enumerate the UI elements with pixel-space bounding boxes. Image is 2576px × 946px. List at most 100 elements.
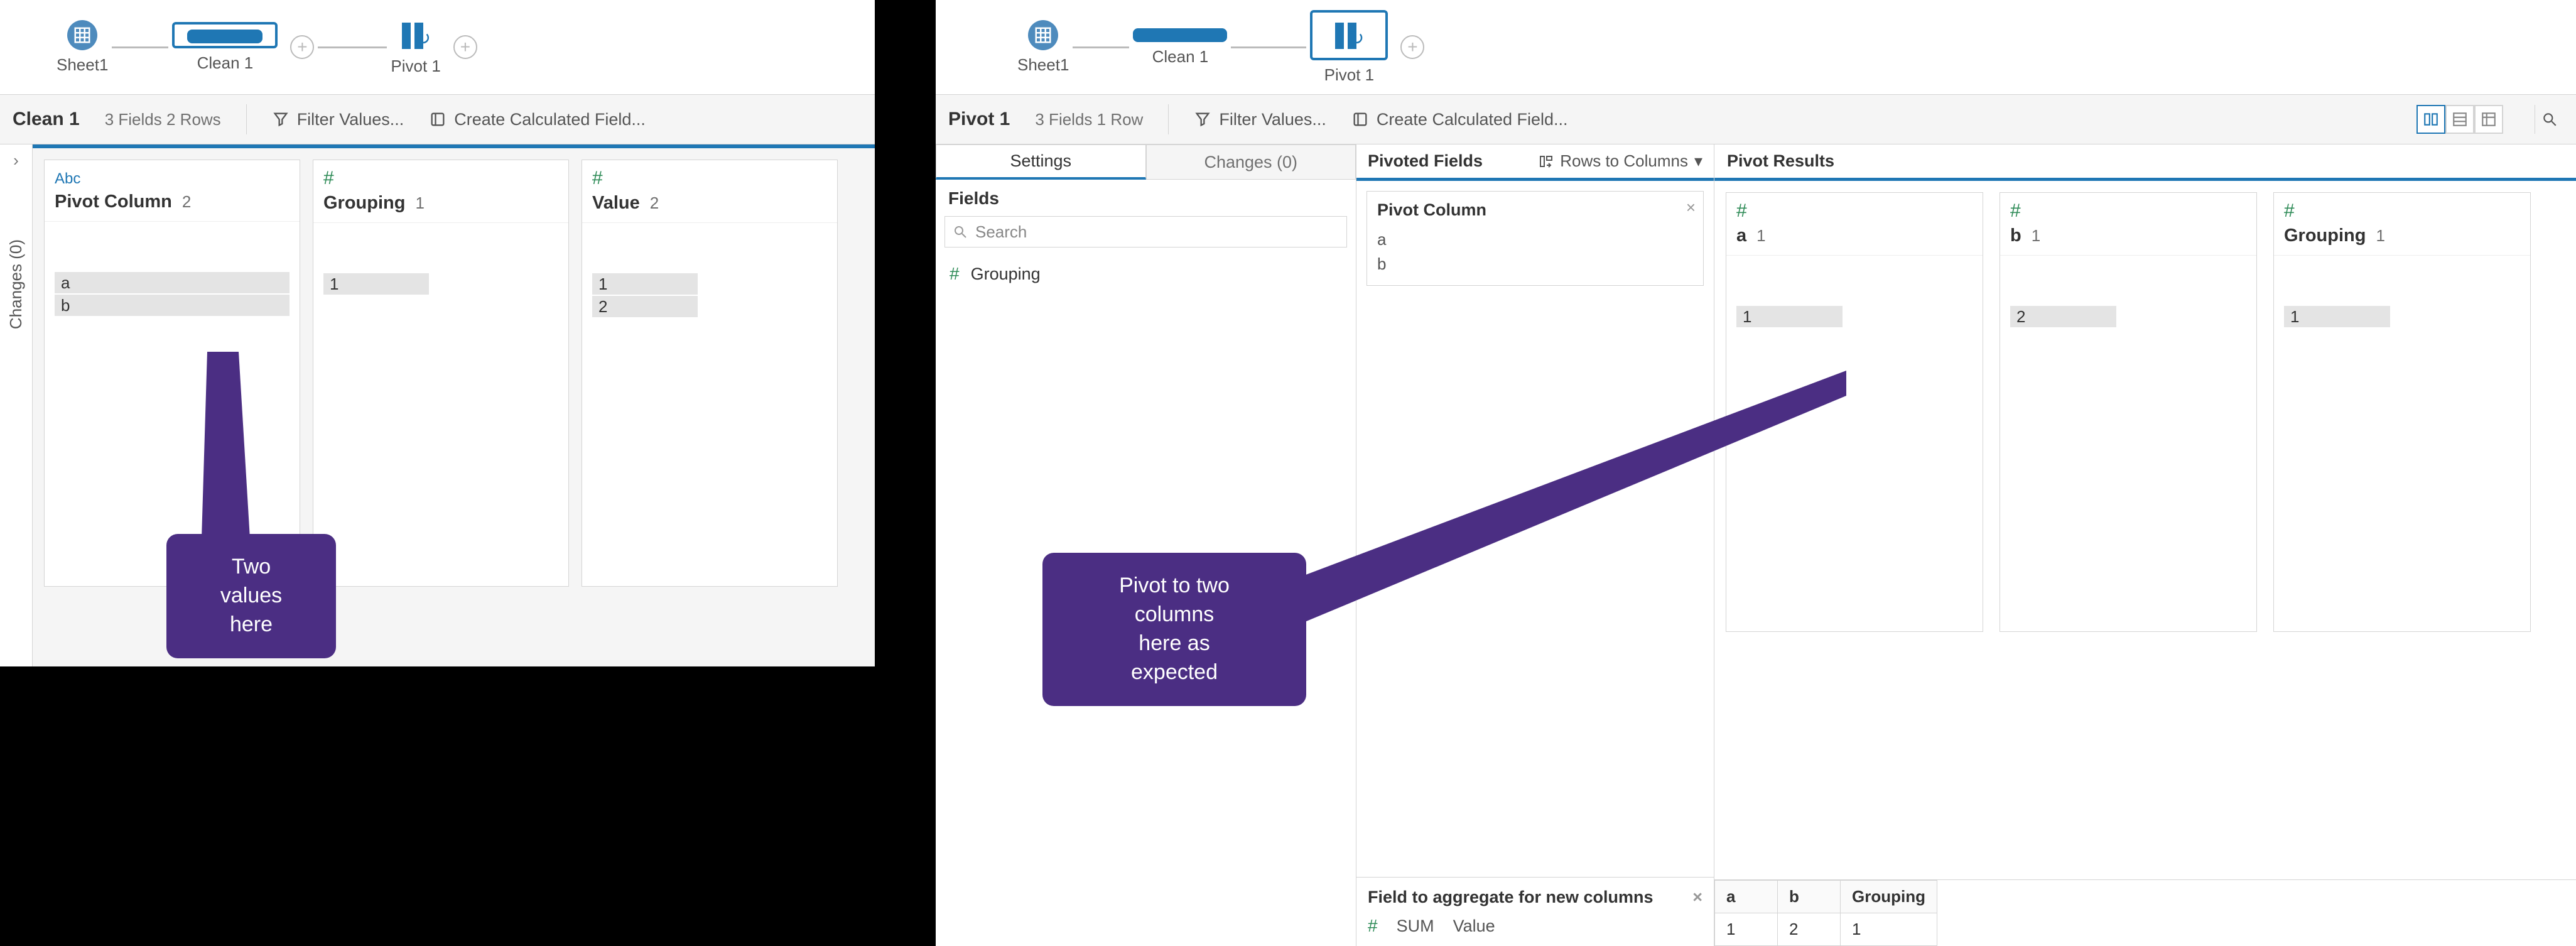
field-value-count: 1 [2376, 226, 2384, 246]
aggregate-title-text: Field to aggregate for new columns [1368, 888, 1653, 907]
annotation-bubble-left: Two values here [166, 534, 336, 658]
datasource-icon [67, 20, 97, 50]
result-profile-card[interactable]: # b 1 2 [2000, 192, 2257, 632]
flow-node-label: Sheet1 [1017, 55, 1069, 75]
datasource-icon [1028, 20, 1058, 50]
view-mode-group [2416, 105, 2503, 134]
view-grid-button[interactable] [2474, 105, 2503, 134]
add-step-button[interactable]: + [290, 35, 314, 59]
flow-node-sheet1[interactable]: Sheet1 [57, 20, 108, 75]
add-step-button[interactable]: + [453, 35, 477, 59]
create-calc-field-button[interactable]: Create Calculated Field... [1351, 110, 1568, 129]
pivot-mode-icon [1539, 154, 1554, 169]
value-row[interactable]: 1 [592, 273, 698, 295]
calc-icon [429, 111, 446, 128]
value-row[interactable]: 1 [323, 273, 429, 295]
flow-node-pivot1[interactable]: ↻ Pivot 1 [1310, 10, 1388, 85]
number-type-icon: # [950, 264, 960, 284]
field-value-count: 2 [650, 193, 659, 213]
filter-icon [1194, 111, 1211, 128]
aggregate-section: Field to aggregate for new columns × # S… [1356, 877, 1714, 946]
result-profile-card[interactable]: # Grouping 1 1 [2273, 192, 2531, 632]
pivoted-field-card[interactable]: × Pivot Column ab [1366, 191, 1704, 286]
pivot-icon: ↻ [398, 19, 433, 52]
aggregate-title: Field to aggregate for new columns × [1368, 888, 1702, 907]
clean-icon [187, 30, 262, 43]
add-step-button[interactable]: + [1400, 35, 1424, 59]
filter-icon [272, 111, 290, 128]
profile-card[interactable]: # Grouping 1 1 [313, 160, 569, 587]
calc-icon [1351, 111, 1369, 128]
filter-values-button[interactable]: Filter Values... [1194, 110, 1326, 129]
chevron-right-icon[interactable]: › [13, 151, 19, 170]
field-item[interactable]: #Grouping [936, 256, 1356, 291]
grid-cell[interactable]: 1 [1841, 913, 1937, 946]
grid-cell[interactable]: 2 [1778, 913, 1841, 946]
profile-pane: Abc Pivot Column 2 ab # Grouping 1 1 # V… [33, 144, 875, 666]
step-title: Pivot 1 [948, 109, 1010, 130]
field-type-icon: Abc [55, 170, 80, 187]
step-meta: 3 Fields 2 Rows [105, 110, 221, 129]
clean-step-window: Sheet1 Clean 1 + ↻ Pivot 1 + Clean 1 3 F… [0, 0, 875, 666]
pivoted-field-name: Pivot Column [1377, 200, 1693, 220]
grid-cell[interactable]: 1 [1715, 913, 1778, 946]
flow-node-clean1[interactable]: Clean 1 [172, 22, 278, 73]
search-placeholder: Search [975, 222, 1027, 242]
fields-search-input[interactable]: Search [944, 216, 1347, 247]
flow-connector [318, 46, 387, 48]
separator [1168, 104, 1169, 134]
value-row[interactable]: b [55, 295, 290, 316]
create-calc-field-button[interactable]: Create Calculated Field... [429, 110, 646, 129]
field-name: a [1736, 226, 1746, 246]
flow-connector [1231, 46, 1306, 48]
filter-label: Filter Values... [1219, 110, 1326, 129]
pivot-node-selected: ↻ [1310, 10, 1388, 60]
fields-list: #Grouping [936, 256, 1356, 291]
search-icon [2541, 111, 2558, 128]
remove-field-button[interactable]: × [1686, 198, 1696, 217]
pivot-mode-dropdown[interactable]: Rows to Columns ▾ [1539, 151, 1702, 171]
flow-node-label: Clean 1 [197, 53, 254, 73]
filter-values-button[interactable]: Filter Values... [272, 110, 404, 129]
flow-connector [1073, 46, 1129, 48]
annotation-bubble-right: Pivot to two columns here as expected [1042, 553, 1306, 706]
view-profile-button[interactable] [2416, 105, 2445, 134]
value-row[interactable]: a [55, 272, 290, 293]
tab-settings[interactable]: Settings [936, 144, 1146, 180]
value-row[interactable]: 1 [1736, 306, 1843, 327]
number-type-icon: # [2284, 200, 2295, 221]
calc-label: Create Calculated Field... [454, 110, 646, 129]
changes-sidebar[interactable]: › Changes (0) [0, 144, 33, 666]
calc-label: Create Calculated Field... [1377, 110, 1568, 129]
pivoted-value: a [1377, 227, 1693, 252]
search-button[interactable] [2535, 105, 2563, 134]
step-header: Clean 1 3 Fields 2 Rows Filter Values...… [0, 94, 875, 144]
flow-node-clean1[interactable]: Clean 1 [1133, 28, 1227, 67]
field-value-count: 1 [1756, 226, 1765, 246]
value-row[interactable]: 2 [2010, 306, 2116, 327]
tab-changes[interactable]: Changes (0) [1146, 144, 1356, 180]
results-title: Pivot Results [1727, 151, 1834, 171]
view-list-button[interactable] [2445, 105, 2474, 134]
flow-bar: Sheet1 Clean 1 ↻ Pivot 1 + [936, 0, 2576, 94]
field-value-count: 2 [182, 192, 191, 212]
field-name: Grouping [323, 193, 405, 214]
flow-node-label: Pivot 1 [1324, 65, 1375, 85]
aggregate-field-row[interactable]: # SUM Value [1368, 907, 1702, 936]
remove-agg-button[interactable]: × [1692, 888, 1702, 907]
number-type-icon: # [2010, 200, 2021, 221]
grid-header[interactable]: Grouping [1841, 881, 1937, 913]
clean-icon [1133, 28, 1227, 42]
number-type-icon: # [1368, 916, 1378, 936]
field-value-count: 1 [2032, 226, 2040, 246]
flow-node-sheet1[interactable]: Sheet1 [1017, 20, 1069, 75]
field-type-icon: # [592, 168, 603, 188]
grid-header[interactable]: b [1778, 881, 1841, 913]
value-row[interactable]: 1 [2284, 306, 2390, 327]
data-table[interactable]: abGrouping121 [1714, 880, 1937, 946]
flow-node-pivot1[interactable]: ↻ Pivot 1 [391, 19, 441, 76]
grid-header[interactable]: a [1715, 881, 1778, 913]
value-row[interactable]: 2 [592, 296, 698, 317]
profile-card[interactable]: # Value 2 12 [582, 160, 838, 587]
results-data-grid: abGrouping121 [1714, 879, 2576, 946]
